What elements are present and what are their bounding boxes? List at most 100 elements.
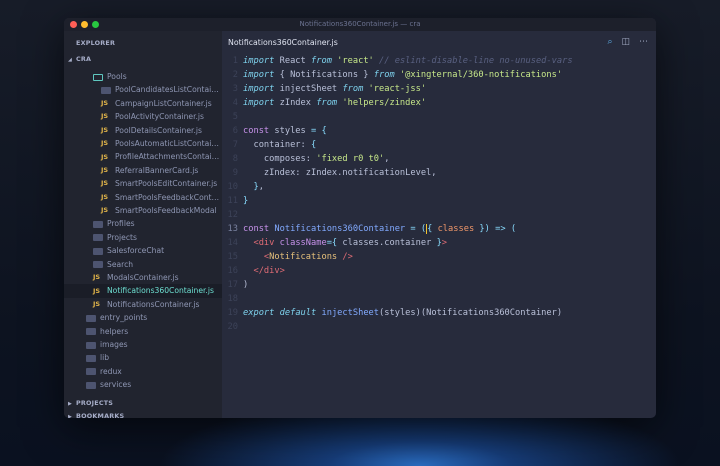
tree-item-label: SalesforceChat [107,246,165,256]
folder-icon [101,86,111,94]
line-number: 4 [232,98,238,108]
js-icon: JS [93,273,101,282]
code-token: import [243,84,275,94]
section-projects[interactable]: ▶ PROJECTS [64,397,222,410]
tree-item[interactable]: Pools [64,70,222,83]
tree-item[interactable]: JS SmartPoolsFeedbackModal [64,204,222,217]
tree-item[interactable]: JS PoolActivityContainer.js [64,110,222,123]
code-token: import [243,70,275,80]
code-line: 2 import { Notifications } from '@xingter… [222,68,656,82]
tree-item[interactable]: images [64,338,222,351]
tree-item[interactable]: JS ReferralBannerCard.js [64,164,222,177]
tree-item[interactable]: Search [64,258,222,271]
search-file-icon[interactable]: ⌕ [607,37,612,47]
tree-item[interactable]: Profiles [64,217,222,230]
code-line: 13 const Notifications360Container = ({ c… [222,222,656,236]
split-editor-icon[interactable]: ◫ [621,37,630,47]
folder-icon [86,341,96,349]
line-number: 19 [227,308,238,318]
code-token: from [373,70,395,80]
section-bookmarks[interactable]: ▶ BOOKMARKS [64,410,222,418]
tree-item-label: services [100,380,132,390]
tree-item[interactable]: SalesforceChat [64,244,222,257]
chevron-right-icon: ▶ [68,401,73,407]
line-number: 8 [232,154,238,164]
tree-item[interactable]: redux [64,365,222,378]
code-token: from [342,84,364,94]
tree-item[interactable]: JS SmartPoolsEditContainer.js [64,177,222,190]
code-token: 'fixed r0 t0' [316,154,385,164]
code-token: classes [437,224,475,234]
line-number: 3 [232,84,238,94]
tree-item[interactable]: JS CampaignListContainer.js [64,97,222,110]
code-line: 11} [222,194,656,208]
tree-item-label: ModalsContainer.js [107,273,179,282]
line-number: 17 [227,280,238,290]
code-token: injectSheet [274,84,343,94]
tree-item[interactable]: JS ModalsContainer.js [64,271,222,284]
code-token: default [279,308,317,318]
code-token: classes.container [337,238,437,248]
tree-item-label: helpers [100,326,129,336]
code-token: 'helpers/zindex' [342,98,427,108]
tree-item[interactable]: helpers [64,325,222,338]
code-line: 4 import zIndex from 'helpers/zindex' [222,96,656,110]
js-icon: JS [101,179,109,188]
tree-item[interactable]: JS SmartPoolsFeedbackContainer [64,191,222,204]
more-icon[interactable]: ⋯ [639,37,648,47]
code-line: 9 zIndex: zIndex.notificationLevel, [222,166,656,180]
code-token: styles [269,126,311,136]
chevron-right-icon: ▶ [68,414,73,418]
tree-item-label: SmartPoolsFeedbackModal [115,206,217,215]
code-token: > [441,238,448,248]
folder-icon [93,261,103,269]
tree-item[interactable]: Projects [64,231,222,244]
line-number: 5 [232,112,238,122]
section-label: PROJECTS [76,399,114,407]
folder-icon [86,354,96,362]
tree-item[interactable]: services [64,378,222,391]
js-icon: JS [101,192,109,201]
code-token: import [243,98,275,108]
tree-item[interactable]: lib [64,351,222,364]
code-token: import [243,56,275,66]
code-token: 'react-jss' [368,84,427,94]
code-token: '@xingternal/360-notifications' [399,70,563,80]
tree-item[interactable]: JS NotificationsContainer.js [64,298,222,311]
tree-item[interactable]: JS PoolDetailsContainer.js [64,124,222,137]
code-token: ( [510,224,517,234]
code-token: injectSheet [321,308,380,318]
tree-item-label: Notifications360Container.js [107,286,214,296]
folder-open-icon [93,73,103,81]
code-line: 1 import React from 'react' // eslint-dis… [222,54,656,68]
tree-item[interactable]: JS PoolsAutomaticListContainer [64,137,222,150]
tree-item-label: ReferralBannerCard.js [115,165,199,175]
code-token: </div> [253,266,285,276]
js-icon: JS [101,139,109,148]
tree-root-cra[interactable]: ◢ CRA [64,53,222,66]
root-label: CRA [76,55,92,63]
tree-item[interactable]: JS Notifications360Container.js [64,284,222,298]
code-token: { [311,140,317,150]
code-line: 18 [222,292,656,306]
line-number: 7 [232,140,238,150]
code-editor[interactable]: Notifications360Container.js ⌕ ◫ ⋯ 1 import… [222,31,656,418]
tree-item[interactable]: JS ProfileAttachmentsContainer [64,150,222,163]
folder-icon [86,381,96,389]
chevron-down-icon: ◢ [68,57,73,63]
js-icon: JS [101,206,109,215]
tree-item-label: Search [107,259,134,269]
code-token: composes: [243,154,317,164]
code-token: { Notifications } [274,70,374,80]
tree-item[interactable]: PoolCandidatesListContainer [64,83,222,96]
folder-icon [93,247,103,255]
code-line: 6 const styles = { [222,124,656,138]
line-number: 10 [227,182,238,192]
active-file-tab[interactable]: Notifications360Container.js [228,38,338,47]
tree-item[interactable]: entry_points [64,311,222,324]
folder-icon [86,368,96,376]
js-icon: JS [93,300,101,309]
code-line: 17) [222,278,656,292]
